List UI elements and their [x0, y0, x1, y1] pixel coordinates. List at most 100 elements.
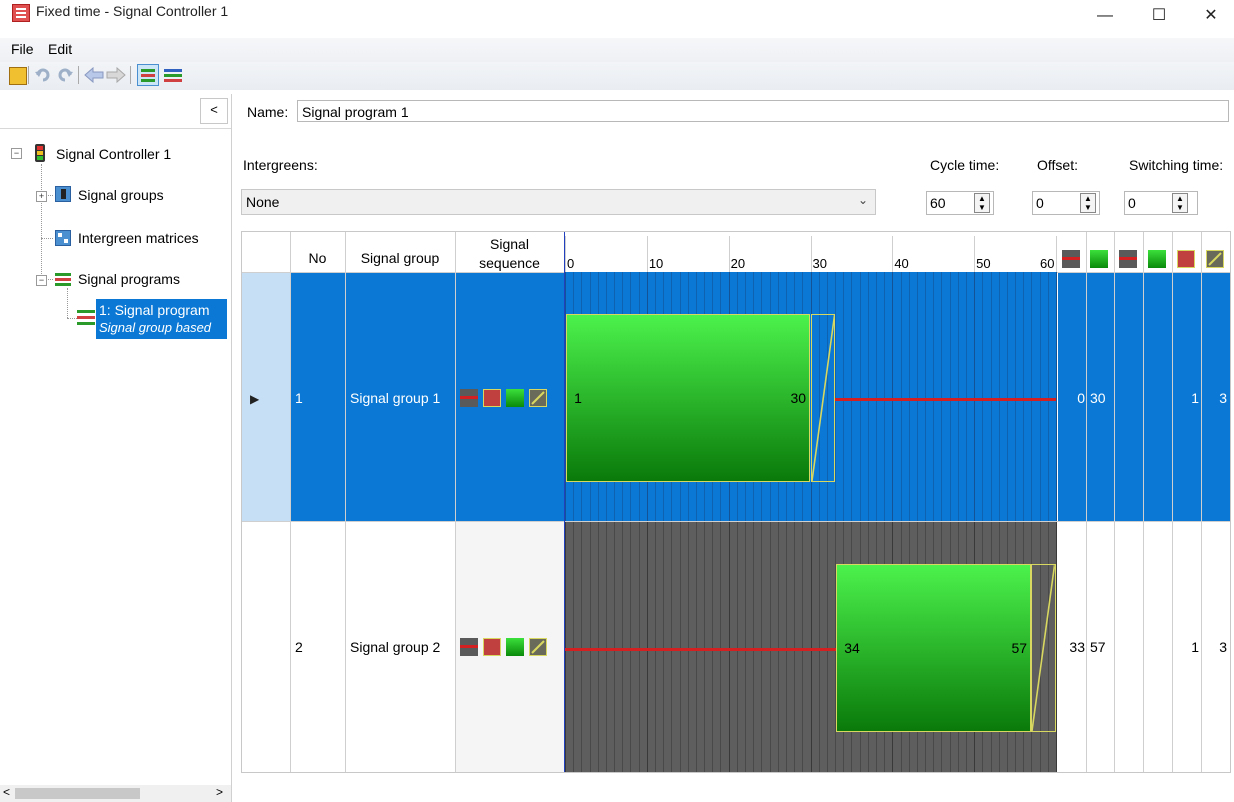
cell-value: 3 — [1219, 390, 1227, 406]
tree-node-signal-groups[interactable]: Signal groups — [78, 187, 164, 203]
column-divider — [345, 232, 346, 772]
column-divider — [455, 232, 456, 772]
timeline-second-line — [745, 522, 747, 772]
time-tick-label: 30 — [812, 256, 827, 271]
green-phase-bar[interactable] — [836, 564, 1032, 732]
menu-edit[interactable]: Edit — [48, 41, 72, 57]
close-button[interactable]: ✕ — [1188, 0, 1234, 32]
signal-group-view-icon[interactable] — [163, 66, 183, 84]
cycle-time-value: 60 — [930, 195, 946, 211]
time-tick-mark — [1056, 236, 1057, 272]
tree-node-controller[interactable]: Signal Controller 1 — [56, 146, 171, 162]
back-arrow-icon[interactable] — [84, 66, 104, 84]
timeline-second-line — [1056, 522, 1057, 772]
cycle-time-spinner[interactable]: ▲ ▼ — [974, 193, 990, 213]
timeline-second-line — [859, 272, 861, 521]
timeline-second-line — [1056, 272, 1057, 521]
timeline-second-line — [794, 522, 796, 772]
name-input[interactable]: Signal program 1 — [297, 100, 1229, 122]
timeline-second-line — [777, 522, 779, 772]
scroll-right-icon[interactable]: > — [216, 785, 223, 799]
cycle-time-label: Cycle time: — [930, 157, 1000, 173]
program-type-label: Signal group based — [99, 320, 212, 335]
timeline-second-line — [908, 272, 910, 521]
scrollbar-thumb[interactable] — [15, 788, 140, 799]
window-title: Fixed time - Signal Controller 1 — [36, 3, 229, 19]
row-signal-group[interactable]: Signal group 1 — [350, 390, 440, 406]
timeline-second-line — [957, 272, 959, 521]
tree-collapse-signal-programs[interactable]: − — [36, 275, 47, 286]
intergreens-value: None — [246, 194, 280, 210]
amber-phase[interactable] — [810, 314, 836, 482]
undo-icon[interactable] — [34, 66, 52, 84]
maximize-button[interactable]: ☐ — [1136, 0, 1182, 32]
offset-spinner[interactable]: ▲ ▼ — [1080, 193, 1096, 213]
green-phase-bar[interactable] — [566, 314, 811, 482]
tree-node-signal-programs[interactable]: Signal programs — [78, 271, 180, 287]
cell-value: 30 — [1090, 390, 1106, 406]
cell-value: 1 — [1191, 390, 1199, 406]
timeline-second-line — [630, 522, 632, 772]
red-state-icon — [1119, 250, 1137, 268]
red-phase-line — [835, 397, 1056, 401]
tree-node-signal-program-1[interactable]: 1: Signal program Signal group based — [96, 299, 227, 339]
timeline-second-line — [581, 522, 583, 772]
time-tick-label: 60 — [1040, 256, 1055, 271]
tree-connector — [67, 318, 77, 319]
tree-collapse-controller[interactable]: − — [11, 148, 22, 159]
amber-phase[interactable] — [1031, 564, 1056, 732]
intergreen-matrix-icon — [55, 230, 71, 246]
red-amber-state-icon — [483, 638, 501, 656]
switching-time-value: 0 — [1128, 195, 1136, 211]
timeline-second-line — [916, 272, 918, 521]
switching-time-spinner[interactable]: ▲ ▼ — [1172, 193, 1188, 213]
timeline-second-line — [622, 522, 624, 772]
row-signal-group[interactable]: Signal group 2 — [350, 639, 440, 655]
timeline-second-line — [573, 522, 575, 772]
column-divider — [1114, 232, 1115, 772]
timeline-second-line — [785, 522, 787, 772]
timeline-second-line — [736, 522, 738, 772]
green-end-label: 30 — [790, 389, 807, 406]
amber-state-icon — [529, 389, 547, 407]
timeline-second-line — [1015, 272, 1017, 521]
red-amber-state-icon — [483, 389, 501, 407]
header-signal-sequence-line1[interactable]: Signal — [455, 236, 564, 252]
toolbar — [0, 62, 1234, 90]
timeline-second-line — [720, 522, 722, 772]
timeline-second-line — [614, 522, 616, 772]
timeline-second-line — [900, 272, 902, 521]
chevron-down-icon[interactable]: ⌄ — [858, 193, 868, 207]
green-state-icon — [1090, 250, 1108, 268]
timeline-second-line — [712, 522, 714, 772]
scroll-left-icon[interactable]: < — [3, 785, 10, 799]
timeline-second-line — [605, 522, 607, 772]
forward-arrow-icon[interactable] — [106, 66, 126, 84]
redo-icon[interactable] — [56, 66, 74, 84]
header-signal-group[interactable]: Signal group — [345, 250, 455, 266]
tree-connector — [41, 238, 53, 239]
timeline-second-line — [867, 272, 869, 521]
collapse-panel-button[interactable]: < — [200, 98, 228, 124]
red-amber-state-icon — [1177, 250, 1195, 268]
cell-value: 57 — [1090, 639, 1106, 655]
time-tick-mark — [565, 236, 566, 272]
header-no[interactable]: No — [290, 250, 345, 266]
tree-expand-signal-groups[interactable]: + — [36, 191, 47, 202]
exit-icon[interactable] — [9, 67, 27, 85]
timeline-second-line — [679, 522, 681, 772]
tree-node-intergreen-matrices[interactable]: Intergreen matrices — [78, 230, 199, 246]
header-signal-sequence-line2[interactable]: sequence — [455, 255, 564, 271]
signal-program-view-icon[interactable] — [137, 64, 159, 86]
intergreens-select[interactable]: None — [241, 189, 876, 215]
toolbar-separator — [130, 66, 131, 84]
minimize-button[interactable]: — — [1082, 0, 1128, 32]
timeline-second-line — [892, 272, 894, 521]
timeline-second-line — [835, 272, 837, 521]
time-tick-label: 20 — [730, 256, 746, 271]
row-selector[interactable] — [242, 522, 290, 772]
intergreens-label: Intergreens: — [243, 157, 318, 173]
menu-file[interactable]: File — [11, 41, 34, 57]
time-tick-label: 10 — [648, 256, 664, 271]
timeline-second-line — [646, 522, 648, 772]
